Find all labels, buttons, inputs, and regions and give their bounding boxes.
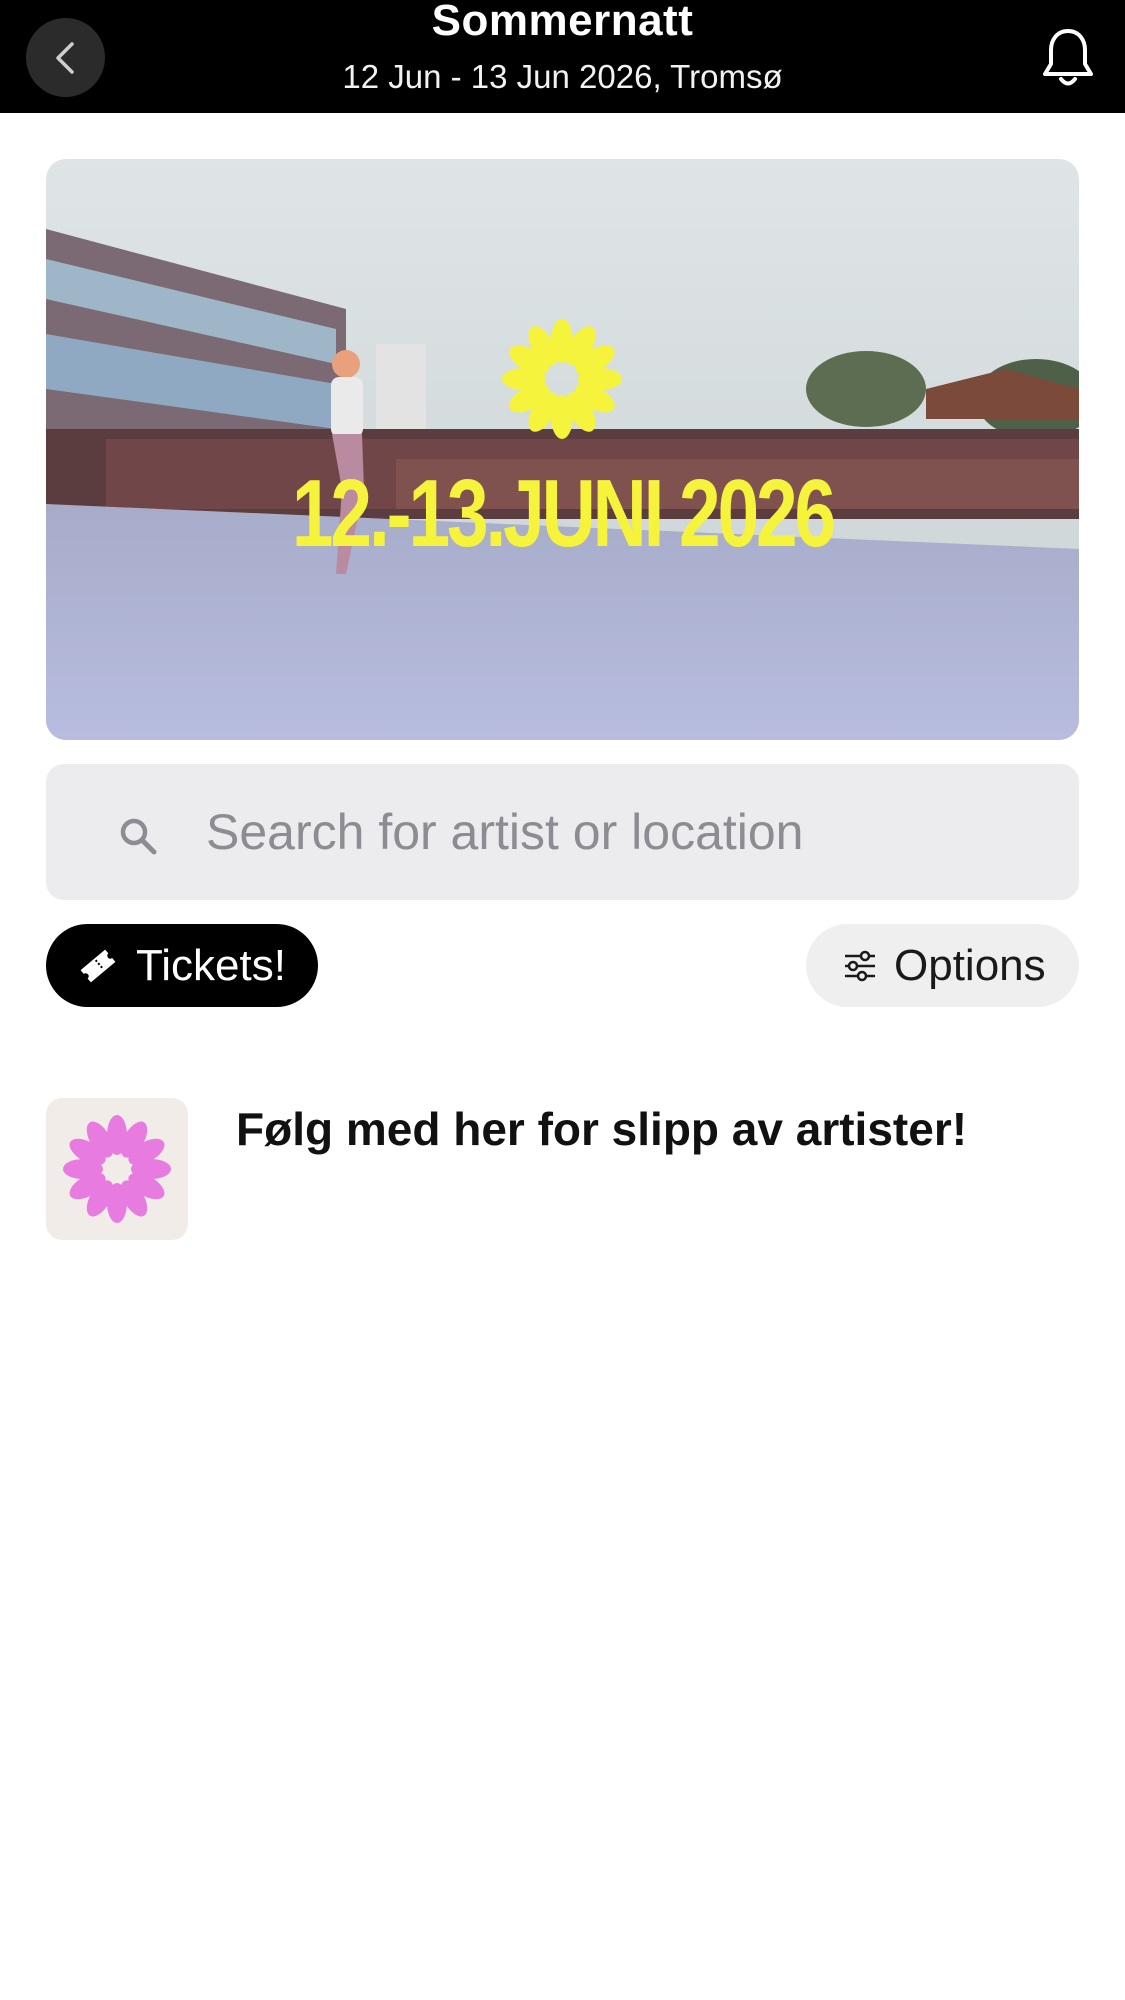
list-item-title: Følg med her for slipp av artister! (236, 1103, 968, 1155)
festival-date-banner-text: 12.-13.JUNI 2026 (291, 460, 836, 567)
app-header: Sommernatt 12 Jun - 13 Jun 2026, Tromsø (0, 0, 1125, 113)
tickets-button[interactable]: Tickets! (46, 924, 318, 1007)
festival-logo-icon (63, 1115, 171, 1223)
page-title: Sommernatt (431, 0, 694, 45)
tickets-button-label: Tickets! (136, 940, 286, 990)
sliders-icon (845, 950, 875, 981)
options-button[interactable]: Options (806, 924, 1079, 1007)
ticket-icon (80, 949, 116, 982)
list-item[interactable]: Følg med her for slipp av artister! (46, 1098, 1079, 1240)
search-bar[interactable] (46, 764, 1079, 900)
search-input[interactable] (206, 764, 1046, 900)
festival-banner[interactable]: 12.-13.JUNI 2026 (46, 159, 1079, 740)
festival-photo (46, 159, 1079, 740)
event-dates-location: 12 Jun - 13 Jun 2026, Tromsø (342, 58, 783, 95)
festival-logo-thumbnail (46, 1098, 188, 1240)
options-button-label: Options (894, 940, 1046, 990)
search-icon (120, 818, 157, 855)
bell-icon[interactable] (1040, 26, 1096, 90)
